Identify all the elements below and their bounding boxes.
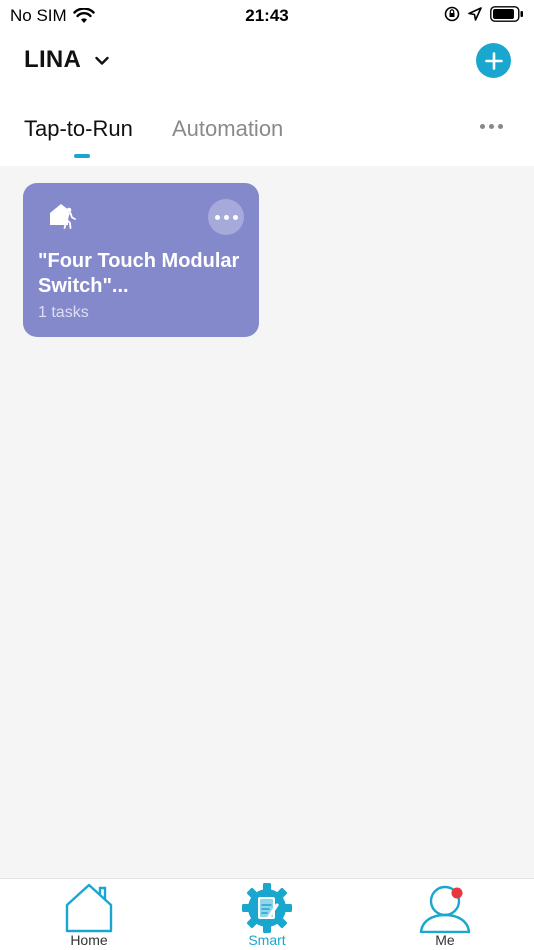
dot xyxy=(480,124,485,129)
tab-automation[interactable]: Automation xyxy=(172,116,283,142)
location-arrow-icon xyxy=(468,7,482,21)
dot xyxy=(489,124,494,129)
dot xyxy=(498,124,503,129)
user-profile-icon xyxy=(419,885,471,933)
scene-task-count: 1 tasks xyxy=(38,304,89,321)
home-selector[interactable]: LINA xyxy=(24,46,109,74)
nav-home[interactable]: Home xyxy=(29,879,149,950)
chevron-down-icon xyxy=(95,56,109,65)
battery-icon xyxy=(490,6,523,22)
status-right xyxy=(436,6,524,22)
orientation-lock-icon xyxy=(444,6,460,22)
add-scene-button[interactable] xyxy=(476,43,511,78)
home-name: LINA xyxy=(24,46,82,73)
scene-title: "Four Touch Modular Switch"... xyxy=(38,250,240,297)
smart-gear-icon xyxy=(242,883,292,933)
home-icon xyxy=(65,883,113,933)
more-options-button[interactable] xyxy=(480,124,507,129)
nav-home-label: Home xyxy=(70,932,108,948)
dot xyxy=(223,214,229,220)
nav-me[interactable]: Me xyxy=(385,879,505,950)
smart-screen: No SIM 21:43 LINA Tap-to-Run Automation … xyxy=(0,0,534,950)
scene-card[interactable]: "Four Touch Modular Switch"... 1 tasks xyxy=(23,183,259,337)
header: LINA Tap-to-Run Automation xyxy=(0,32,534,166)
dot xyxy=(232,214,238,220)
active-tab-indicator xyxy=(74,154,90,158)
scene-list: "Four Touch Modular Switch"... 1 tasks xyxy=(0,166,534,878)
bottom-navigation: Home Smart Me xyxy=(0,878,534,950)
status-bar: No SIM 21:43 xyxy=(0,0,534,32)
nav-smart[interactable]: Smart xyxy=(207,879,327,950)
tab-tap-to-run[interactable]: Tap-to-Run xyxy=(24,116,133,142)
nav-me-label: Me xyxy=(435,932,455,948)
dot xyxy=(214,214,220,220)
nav-smart-label: Smart xyxy=(248,932,286,948)
home-person-icon xyxy=(50,204,76,229)
plus-icon xyxy=(484,51,503,70)
scene-more-button[interactable] xyxy=(208,199,244,235)
